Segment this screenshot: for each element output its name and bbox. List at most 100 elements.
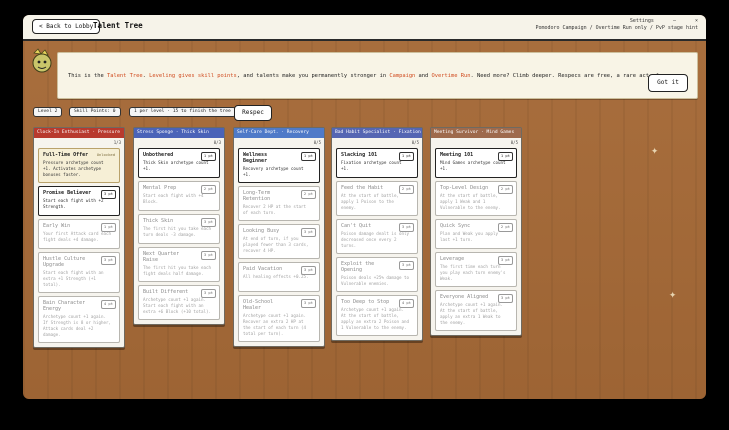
talent-card[interactable]: Thick Skin 3 pt The first hit you take e… [138,214,220,244]
talent-card[interactable]: Hustle Culture Upgrade 3 pt Start each f… [38,252,120,293]
talent-card[interactable]: Slacking 101 1 pt Fixation archetype cou… [336,148,418,178]
talent-card[interactable]: Next Quarter Raise 3 pt The first hit yo… [138,247,220,282]
talent-cost: 2 pt [200,185,216,194]
talent-desc: Archetype count +1 again. At the start o… [440,302,504,325]
talent-desc: At the start of battle, apply 1 Poison t… [341,193,399,210]
talent-card[interactable]: Old-School Healer 3 pt Archetype count +… [238,295,320,342]
talent-cost: 3 pt [398,261,414,270]
talent-desc: At the start of battle, apply 1 Weak and… [440,193,501,210]
column-header: Clock-In Enthusiast · Pressure [34,128,124,138]
talent-cost: 4 pt [398,299,414,308]
back-to-lobby-button[interactable]: < Back to Lobby [32,19,101,34]
banner-highlight-overtime-run: Overtime Run [431,73,471,79]
talent-card[interactable]: Looking Busy 3 pt At end of turn, if you… [238,224,320,259]
unlocked-badge: Unlocked [96,152,115,157]
column-header: Stress Sponge · Thick Skin [134,128,224,138]
talent-card[interactable]: Too Deep to Stop 4 pt Archetype count +1… [336,295,418,336]
talent-card[interactable]: Quick Sync 2 pt Plan and Weak you apply … [435,219,517,249]
talent-cost: 3 pt [200,218,216,227]
talent-cost: 3 pt [300,299,316,308]
points-hint: 1 per level · 15 to finish the tree [129,107,236,117]
talent-cost: 2 pt [300,190,316,199]
talent-cost: 3 pt [200,251,216,260]
banner-text-part: and [415,73,432,79]
talent-desc: The first hit you take each turn deals -… [143,226,212,237]
talent-cost: 2 pt [497,185,513,194]
talent-card[interactable]: Bain Character Energy 4 pt Archetype cou… [38,296,120,343]
talent-desc: Start each fight with +4 Block. [143,193,204,204]
talent-desc: Recover 2 HP at the start of each turn. [243,204,307,215]
talent-desc: Archetype count +1 again. Start each fig… [143,297,212,314]
talent-desc: Poison deals +25% damage to Vulnerable e… [341,275,410,286]
talent-desc: Poison damage dealt is only decreased on… [341,231,410,248]
banner-text-part: This is the [68,73,107,79]
column-header: Bad Habit Specialist · Fixation [332,128,422,138]
talent-card[interactable]: Can't Quit 3 pt Poison damage dealt is o… [336,219,418,254]
column-progress: 0/5 [313,140,321,145]
column-progress: 1/3 [113,140,121,145]
talent-card[interactable]: Feed the Habit 2 pt At the start of batt… [336,181,418,216]
talent-card[interactable]: Top-Level Design 2 pt At the start of ba… [435,181,517,216]
talent-card[interactable]: Full-Time Offer Unlocked Pressure archet… [38,148,120,183]
level-chip: Level 2 [33,107,63,117]
banner-highlight-talent-tree: Talent Tree [106,73,143,79]
talent-card[interactable]: Early Win 1 pt Your first Attack card ea… [38,219,120,249]
talent-column-fixation: Bad Habit Specialist · Fixation 0/5 Slac… [331,127,423,341]
talent-cost: 1 pt [497,152,513,161]
column-header: Meeting Survivor · Mind Games [431,128,521,138]
settings-button[interactable]: Settings [630,18,654,24]
mode-breadcrumb: Pomodoro Campaign / Overtime Run only / … [535,25,698,31]
app-window: < Back to Lobby Talent Tree Settings – ×… [23,15,706,399]
talent-column-mind-games: Meeting Survivor · Mind Games 0/5 Meetin… [430,127,522,336]
talent-cost: 1 pt [200,152,216,161]
respec-button[interactable]: Respec [234,105,272,121]
mascot-icon [32,48,52,73]
banner-highlight-skill-points: Leveling gives skill points [149,73,237,79]
skill-points-chip: Skill Points: 0 [69,107,121,117]
talent-desc: Archetype count +1 again. If Strength is… [43,314,112,337]
column-progress: 0/3 [213,140,221,145]
talent-card[interactable]: Meeting 101 1 pt Mind Games archetype co… [435,148,517,178]
talent-desc: All healing effects +0.25. [243,274,309,279]
talent-card[interactable]: Mental Prep 2 pt Start each fight with +… [138,181,220,211]
top-bar: < Back to Lobby Talent Tree Settings – ×… [23,15,706,41]
talent-card[interactable]: Everyone Aligned 3 pt Archetype count +1… [435,290,517,331]
page-title: Talent Tree [93,21,143,30]
talent-desc: Archetype count +1 again. At the start o… [341,307,410,330]
talent-desc: Fixation archetype count +1. [341,160,402,171]
got-it-button[interactable]: Got it [648,74,688,92]
talent-card[interactable]: Promise Believer 3 pt Start each fight w… [38,186,120,216]
minimize-icon[interactable]: – [673,18,676,24]
talent-cost: 3 pt [398,223,414,232]
talent-card[interactable]: Wellness Beginner 1 pt Recovery archetyp… [238,148,320,183]
talent-cost: 3 pt [497,256,513,265]
talent-cost: 2 pt [497,223,513,232]
column-header: Self-Care Dept. · Recovery [234,128,324,138]
talent-desc: Archetype count +1 again. Recover an ext… [243,313,307,336]
talent-desc: The first hit you take each fight deals … [143,265,212,276]
talent-desc: Start each fight with an extra +1 Streng… [43,270,104,287]
banner-text-part: , and talents make you permanently stron… [236,73,390,79]
talent-cost: 3 pt [200,289,216,298]
talent-column-pressure: Clock-In Enthusiast · Pressure 1/3 Full-… [33,127,125,348]
talent-cost: 3 pt [100,256,116,265]
sparkle-icon: ✦ [669,287,677,301]
talent-card[interactable]: Leverage 3 pt The first time each turn y… [435,252,517,287]
column-progress: 0/5 [510,140,518,145]
talent-card[interactable]: Built Different 3 pt Archetype count +1 … [138,285,220,320]
talent-cost: 3 pt [300,228,316,237]
talent-cost: 3 pt [300,266,316,275]
talent-column-thick-skin: Stress Sponge · Thick Skin 0/3 Unbothere… [133,127,225,325]
talent-card[interactable]: Paid Vacation 3 pt All healing effects +… [238,262,320,292]
talent-desc: Thick Skin archetype count +1. [143,160,209,171]
close-icon[interactable]: × [695,18,698,24]
talent-desc: Mind Games archetype count +1. [440,160,506,171]
talent-desc: The first time each turn you play each t… [440,264,506,281]
talent-card[interactable]: Unbothered 1 pt Thick Skin archetype cou… [138,148,220,178]
talent-desc: At end of turn, if you played fewer than… [243,236,309,253]
banner-text: This is the Talent Tree. Leveling gives … [68,73,681,79]
talent-desc: Plan and Weak you apply last +1 turn. [440,231,498,242]
talent-card[interactable]: Exploit the Opening 3 pt Poison deals +2… [336,257,418,292]
talent-card[interactable]: Long-Term Retention 2 pt Recover 2 HP at… [238,186,320,221]
talent-desc: Your first Attack card each fight deals … [43,231,112,242]
